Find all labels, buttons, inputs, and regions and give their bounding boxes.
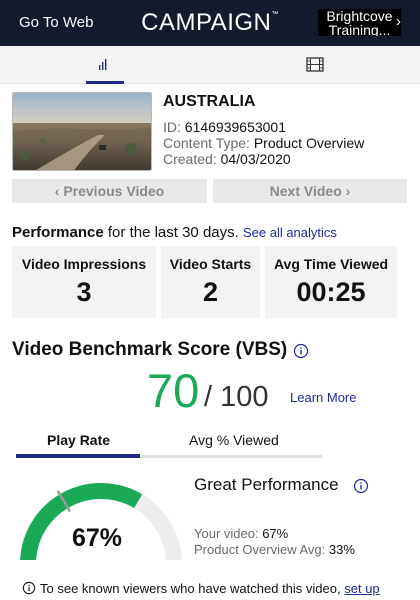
set-up-link[interactable]: set up — [344, 581, 379, 596]
known-viewers-notice: To see known viewers who have watched th… — [0, 560, 420, 600]
tab-media[interactable] — [295, 46, 335, 84]
benchmark-rate: Product Overview Avg: 33% — [194, 542, 355, 557]
panel-tabs — [0, 46, 420, 84]
chevron-right-icon[interactable]: › — [396, 13, 401, 30]
tab-play-rate[interactable]: Play Rate — [47, 432, 110, 448]
stat-card-impressions: Video Impressions 3 — [12, 246, 156, 318]
video-thumbnail[interactable] — [12, 92, 152, 171]
film-icon — [306, 57, 324, 72]
your-video-rate: Your video: 67% — [194, 526, 288, 541]
info-icon[interactable] — [353, 478, 369, 494]
info-icon — [22, 581, 36, 595]
tab-avg-viewed[interactable]: Avg % Viewed — [189, 432, 279, 448]
next-video-label: Next Video — [269, 183, 342, 199]
top-bar: Go To Web CAMPAIGN™ Brightcove Training.… — [0, 0, 420, 46]
your-video-value: 67% — [262, 526, 289, 541]
stat-value: 2 — [202, 277, 219, 307]
benchmark-value: 33% — [328, 542, 355, 557]
stat-label: Video Starts — [169, 256, 252, 272]
content-type-value: Product Overview — [253, 135, 365, 151]
created-label: Created: — [163, 151, 217, 167]
benchmark-label: Product Overview Avg: — [194, 542, 326, 557]
bar-chart-icon — [99, 59, 107, 70]
content-type-label: Content Type: — [163, 135, 250, 151]
notice-message: To see known viewers who have watched th… — [40, 581, 341, 596]
tab-analytics[interactable] — [86, 46, 126, 84]
chevron-right-icon: › — [345, 183, 351, 199]
stat-card-avg-time: Avg Time Viewed 00:25 — [265, 246, 397, 318]
stat-value: 3 — [76, 277, 92, 307]
your-video-label: Your video: — [194, 526, 259, 541]
learn-more-link[interactable]: Learn More — [290, 390, 356, 405]
performance-period: for the last 30 days. — [107, 224, 239, 241]
active-tab-indicator — [86, 81, 124, 84]
stat-card-starts: Video Starts 2 — [161, 246, 260, 318]
video-id: ID: 6146939653001 — [163, 119, 286, 135]
vbs-score-max: / 100 — [204, 381, 269, 413]
vbs-score: 70 — [147, 364, 200, 417]
previous-video-button[interactable]: ‹ Previous Video — [12, 179, 207, 203]
subtab-active-indicator — [16, 454, 140, 458]
video-id-value: 6146939653001 — [184, 119, 287, 135]
stat-label: Video Impressions — [21, 256, 147, 272]
account-name-line1: Brightcove — [326, 9, 393, 24]
content-type: Content Type: Product Overview — [163, 135, 364, 151]
created-value: 04/03/2020 — [220, 151, 291, 167]
account-switcher[interactable]: Brightcove Training... — [318, 9, 401, 36]
next-video-button[interactable]: Next Video › — [213, 179, 407, 203]
gauge-percentage: 67% — [72, 524, 123, 552]
performance-heading: Performance for the last 30 days. See al… — [12, 224, 337, 241]
see-all-analytics-link[interactable]: See all analytics — [243, 225, 337, 240]
stat-value: 00:25 — [296, 277, 366, 307]
thumbnail-image — [13, 93, 151, 170]
info-icon[interactable] — [293, 343, 309, 359]
chevron-left-icon: ‹ — [54, 183, 60, 199]
video-title: AUSTRALIA — [163, 93, 256, 110]
video-id-label: ID: — [163, 119, 181, 135]
notice-text: To see known viewers who have watched th… — [40, 581, 380, 596]
performance-verdict: Great Performance — [194, 475, 339, 494]
account-name-line2: Training... — [328, 22, 391, 36]
performance-title: Performance — [12, 224, 104, 241]
stat-label: Avg Time Viewed — [273, 256, 389, 272]
previous-video-label: Previous Video — [63, 183, 165, 199]
logo-trademark: ™ — [271, 11, 279, 18]
logo-text: CAMPAIGN — [141, 9, 272, 36]
vbs-title: Video Benchmark Score (VBS) — [12, 339, 288, 360]
created-date: Created: 04/03/2020 — [163, 151, 291, 167]
